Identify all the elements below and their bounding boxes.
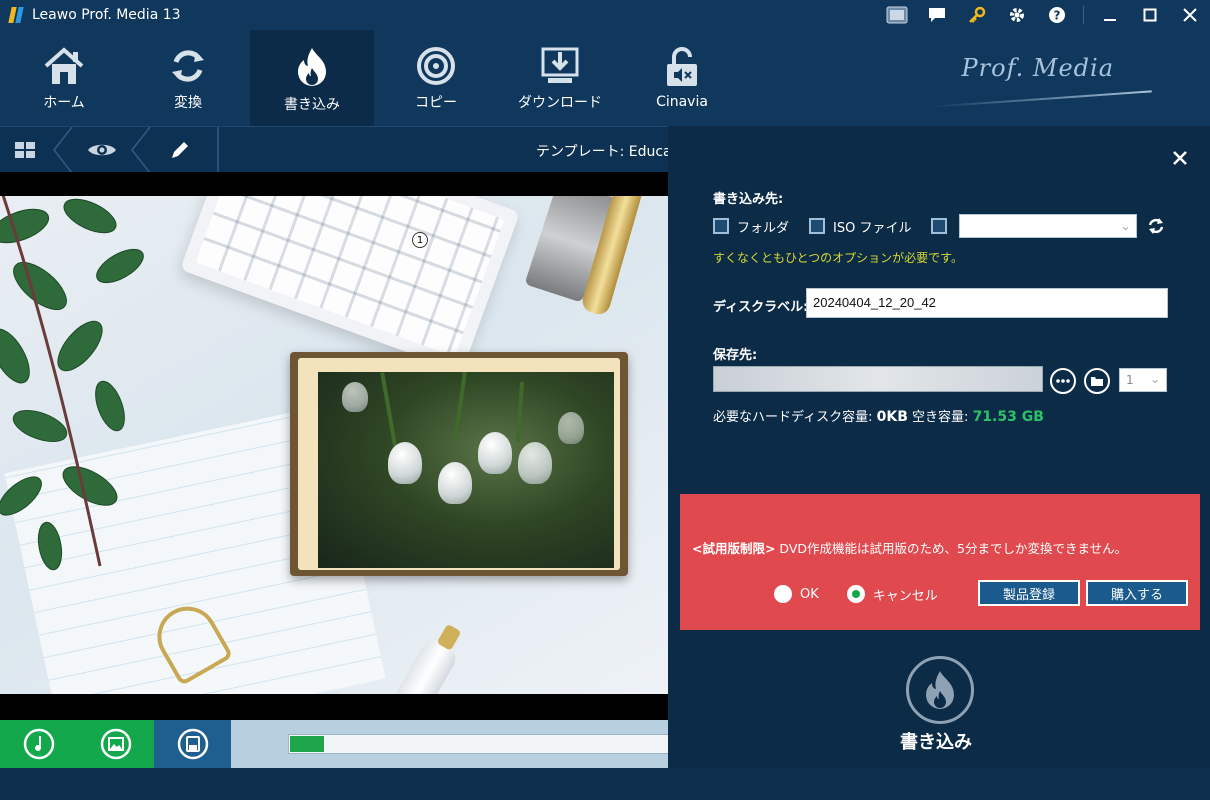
cancel-radio[interactable] [846, 585, 865, 603]
refresh-icon[interactable] [1147, 217, 1165, 235]
burn-start-button[interactable] [906, 656, 974, 724]
grid-view-button[interactable] [0, 127, 50, 173]
video-thumbnail-frame[interactable] [290, 352, 628, 576]
ok-radio-label: OK [800, 586, 819, 602]
iso-checkbox[interactable] [809, 218, 826, 234]
feedback-icon[interactable] [917, 0, 957, 30]
template-background-image: 1 [0, 196, 670, 694]
disc-label-input[interactable]: 20240404_12_20_42 [806, 288, 1168, 318]
plant-decoration [0, 196, 144, 571]
capacity-info: 必要なハードディスク容量: 0KB 空き容量: 71.53 GB [713, 406, 1044, 425]
image-icon [100, 728, 131, 760]
burn-icon [926, 671, 954, 709]
disc-label-label: ディスクラベル: [713, 300, 809, 315]
minimize-icon[interactable] [1090, 0, 1130, 30]
close-icon [1173, 151, 1187, 165]
nav-home[interactable]: ホーム [2, 30, 126, 126]
required-space-value: 0KB [876, 409, 908, 425]
nav-cinavia[interactable]: Cinavia [620, 30, 744, 126]
cancel-radio-label: キャンセル [872, 588, 938, 604]
save-to-label: 保存先: [713, 348, 758, 363]
convert-icon [172, 50, 204, 82]
title-bar: Leawo Prof. Media 13 ? [0, 0, 1210, 30]
folder-checkbox-label: フォルダ [737, 220, 790, 236]
trial-message-text: DVD作成機能は試用版のため、5分までしか変換できません。 [775, 541, 1128, 556]
free-space-value: 71.53 GB [972, 409, 1044, 425]
chevron-down-icon: ⌄ [1120, 219, 1131, 233]
copies-select[interactable]: 1 ⌄ [1119, 368, 1167, 392]
menu-preview: 1 [0, 172, 670, 720]
gear-icon[interactable] [997, 0, 1037, 30]
keyboard-decoration [179, 196, 521, 373]
browse-button[interactable] [1050, 368, 1076, 394]
pencil-icon [172, 142, 188, 158]
nav-download[interactable]: ダウンロード [498, 30, 622, 126]
title-separator [1083, 6, 1084, 24]
window-title: Leawo Prof. Media 13 [32, 7, 181, 23]
copy-disc-icon [417, 47, 455, 85]
iso-checkbox-label: ISO ファイル [833, 220, 912, 236]
close-window-icon[interactable] [1170, 0, 1210, 30]
free-space-label: 空き容量: [912, 410, 969, 425]
trial-message: <試用版制限> DVD作成機能は試用版のため、5分までしか変換できません。 [692, 538, 1127, 557]
disc-capacity-fill [290, 736, 324, 752]
folder-icon [1091, 377, 1103, 386]
background-music-button[interactable] [0, 720, 77, 768]
disc-drive-checkbox[interactable] [931, 218, 948, 234]
ok-radio[interactable] [774, 585, 792, 603]
chevron-down-icon: ⌄ [1149, 372, 1160, 386]
save-path-input[interactable] [713, 366, 1043, 392]
nav-burn[interactable]: 書き込み [250, 30, 374, 126]
app-logo-icon [8, 7, 24, 23]
status-bar [0, 768, 1210, 800]
cinavia-icon [667, 47, 697, 86]
more-icon [1056, 379, 1070, 383]
help-icon[interactable]: ? [1037, 0, 1077, 30]
key-icon[interactable] [957, 0, 997, 30]
burn-to-options: フォルダ ISO ファイル ⌄ [713, 214, 1165, 238]
trial-choice: OK キャンセル [774, 584, 966, 604]
register-button[interactable]: 製品登録 [978, 580, 1080, 606]
edit-button[interactable] [152, 127, 208, 173]
trial-limitation-notice: <試用版制限> DVD作成機能は試用版のため、5分までしか変換できません。 OK… [680, 494, 1200, 630]
maximize-icon[interactable] [1130, 0, 1170, 30]
home-icon [44, 47, 84, 84]
disc-drive-select[interactable]: ⌄ [959, 214, 1138, 238]
template-toolbar: テンプレート: Educat [0, 126, 677, 173]
brand-logo: Prof. Media [932, 54, 1152, 114]
preview-button[interactable] [74, 127, 130, 173]
burn-settings-panel: 書き込み先: フォルダ ISO ファイル ⌄ すくなくともひとつのオプションが必… [668, 126, 1210, 768]
trial-tag: <試用版制限> [692, 541, 776, 556]
svg-text:?: ? [1054, 9, 1061, 23]
template-label: テンプレート: Educat [536, 144, 678, 160]
required-space-label: 必要なハードディスク容量: [713, 410, 873, 425]
grid-icon [15, 142, 35, 158]
main-nav: ホーム 変換 書き込み コピー ダウンロード Cinavia Prof. Med… [0, 30, 1210, 126]
eye-icon [88, 144, 116, 156]
burn-to-label: 書き込み先: [713, 192, 784, 207]
buy-button[interactable]: 購入する [1086, 580, 1188, 606]
burn-start-label: 書き込み [900, 732, 972, 753]
background-image-button[interactable] [77, 720, 154, 768]
music-icon [23, 728, 54, 760]
open-folder-button[interactable] [1084, 368, 1110, 394]
save-icon [177, 728, 208, 760]
download-icon [541, 47, 579, 83]
screenshot-icon[interactable] [877, 0, 917, 30]
preview-bottom-bar [0, 720, 670, 768]
disc-capacity-bar [288, 734, 670, 754]
option-required-warning: すくなくともひとつのオプションが必要です。 [713, 251, 963, 265]
video-thumbnail [318, 372, 614, 568]
close-panel-button[interactable] [1168, 146, 1192, 170]
folder-checkbox[interactable] [713, 218, 729, 234]
nav-copy[interactable]: コピー [374, 30, 498, 126]
white-pen-decoration [374, 634, 462, 694]
burn-icon [298, 48, 326, 86]
nav-convert[interactable]: 変換 [126, 30, 250, 126]
save-template-button[interactable] [154, 720, 231, 768]
page-number-badge: 1 [412, 232, 428, 248]
